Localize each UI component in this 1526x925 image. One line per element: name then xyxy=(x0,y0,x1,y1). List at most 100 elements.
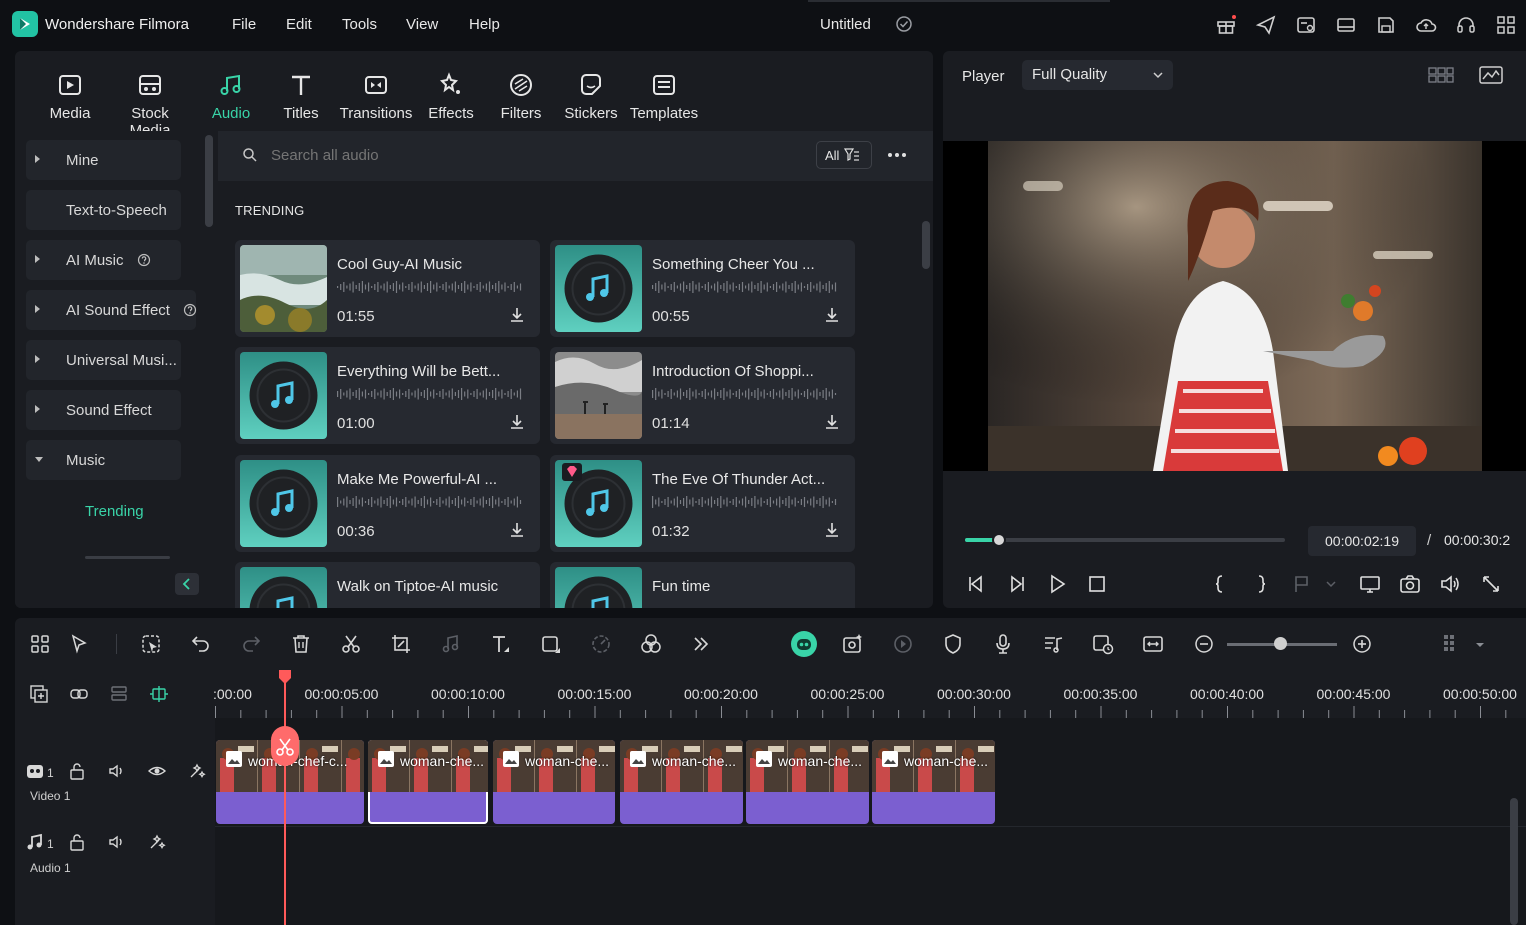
audio-edit-icon[interactable] xyxy=(439,632,463,656)
sidebar-scrollbar[interactable] xyxy=(205,135,213,227)
video-clip[interactable]: woman-che... xyxy=(368,740,488,824)
progress-knob[interactable] xyxy=(992,533,1007,547)
fullscreen-icon[interactable] xyxy=(1480,573,1502,595)
video-clip[interactable]: woman-che... xyxy=(493,740,615,824)
snapshot-camera-icon[interactable] xyxy=(1399,573,1421,595)
scopes-icon[interactable] xyxy=(1479,65,1503,85)
audio-card[interactable]: Make Me Powerful-AI ... 00:36 xyxy=(235,455,540,552)
next-frame-icon[interactable] xyxy=(1006,573,1028,595)
save-icon[interactable] xyxy=(1375,14,1397,36)
multi-select-icon[interactable] xyxy=(28,632,52,656)
menu-edit[interactable]: Edit xyxy=(286,16,312,33)
audio-card[interactable]: Walk on Tiptoe-AI music xyxy=(235,562,540,608)
zoom-slider-knob[interactable] xyxy=(1274,637,1287,650)
auto-sync-icon[interactable] xyxy=(1091,632,1115,656)
playback-render-icon[interactable] xyxy=(891,632,915,656)
tab-transitions[interactable]: Transitions xyxy=(336,71,416,122)
auto-highlight-icon[interactable] xyxy=(187,761,207,781)
split-scissors-icon[interactable] xyxy=(339,632,363,656)
sidebar-subitem-trending[interactable]: Trending xyxy=(85,503,144,520)
audio-card[interactable]: Introduction Of Shoppi... 01:14 xyxy=(550,347,855,444)
video-clip[interactable]: woman-che... xyxy=(746,740,869,824)
chevron-down-icon[interactable] xyxy=(1473,632,1487,656)
more-tools-chevrons-icon[interactable] xyxy=(689,632,713,656)
audio-card[interactable]: Cool Guy-AI Music 01:55 xyxy=(235,240,540,337)
download-icon[interactable] xyxy=(508,521,526,539)
filter-all-button[interactable]: All xyxy=(816,141,872,169)
send-feedback-icon[interactable] xyxy=(1255,14,1277,36)
download-icon[interactable] xyxy=(508,413,526,431)
tab-titles[interactable]: Titles xyxy=(261,71,341,122)
menu-help[interactable]: Help xyxy=(469,16,500,33)
cloud-upload-icon[interactable] xyxy=(1415,14,1437,36)
speaker-icon[interactable] xyxy=(107,761,127,781)
mark-out-icon[interactable] xyxy=(1250,573,1272,595)
shield-icon[interactable] xyxy=(941,632,965,656)
ai-image-icon[interactable] xyxy=(841,632,865,656)
auto-highlight-icon[interactable] xyxy=(147,832,167,852)
current-time[interactable]: 00:00:02:19 xyxy=(1308,526,1416,556)
sidebar-item-ai-music[interactable]: AI Music xyxy=(26,240,181,280)
more-options-icon[interactable] xyxy=(886,148,908,162)
link-clips-icon[interactable] xyxy=(69,684,89,704)
menu-file[interactable]: File xyxy=(232,16,256,33)
timeline-view-options-icon[interactable] xyxy=(1439,632,1463,656)
split-at-playhead-button[interactable] xyxy=(271,726,299,766)
headset-support-icon[interactable] xyxy=(1455,14,1477,36)
text-title-icon[interactable] xyxy=(489,632,513,656)
tab-media[interactable]: Media xyxy=(30,71,110,122)
tracks-area[interactable]: woman-chef-c... woman-che... woman-che... w… xyxy=(215,718,1526,925)
display-settings-icon[interactable] xyxy=(1359,573,1381,595)
sidebar-item-music[interactable]: Music xyxy=(26,440,181,480)
sidebar-item-ai-sound-effect[interactable]: AI Sound Effect xyxy=(26,290,197,330)
menu-tools[interactable]: Tools xyxy=(342,16,377,33)
tab-audio[interactable]: Audio xyxy=(191,71,271,122)
audio-grid-scrollbar[interactable] xyxy=(922,221,930,269)
ai-copilot-icon[interactable] xyxy=(791,631,817,657)
sidebar-item-mine[interactable]: Mine xyxy=(26,140,181,180)
select-pointer-icon[interactable] xyxy=(68,632,92,656)
playhead-handle-icon[interactable] xyxy=(278,670,292,684)
download-icon[interactable] xyxy=(508,306,526,324)
playhead-line[interactable] xyxy=(284,670,286,925)
tab-templates[interactable]: Templates xyxy=(624,71,704,122)
download-icon[interactable] xyxy=(823,306,841,324)
magnetic-snap-icon[interactable] xyxy=(149,684,169,704)
mark-in-icon[interactable] xyxy=(1209,573,1231,595)
previous-frame-icon[interactable] xyxy=(965,573,987,595)
audio-card[interactable]: The Eve Of Thunder Act... 01:32 xyxy=(550,455,855,552)
layout-icon[interactable] xyxy=(1335,14,1357,36)
playback-progress-bar[interactable] xyxy=(965,533,1285,547)
audio-mixer-icon[interactable] xyxy=(1041,632,1065,656)
crop-icon[interactable] xyxy=(389,632,413,656)
play-icon[interactable] xyxy=(1046,573,1068,595)
speaker-icon[interactable] xyxy=(107,832,127,852)
tab-filters[interactable]: Filters xyxy=(481,71,561,122)
grid-view-icon[interactable] xyxy=(1428,65,1454,85)
audio-card[interactable]: Fun time xyxy=(550,562,855,608)
lock-icon[interactable] xyxy=(67,832,87,852)
download-icon[interactable] xyxy=(823,413,841,431)
microphone-icon[interactable] xyxy=(991,632,1015,656)
track-layout-icon[interactable] xyxy=(109,684,129,704)
media-manager-icon[interactable] xyxy=(1295,14,1317,36)
tab-effects[interactable]: Effects xyxy=(411,71,491,122)
speed-icon[interactable] xyxy=(589,632,613,656)
volume-icon[interactable] xyxy=(1439,573,1461,595)
lock-icon[interactable] xyxy=(67,761,87,781)
help-icon[interactable] xyxy=(137,253,151,267)
zoom-out-icon[interactable] xyxy=(1192,632,1216,656)
video-clip[interactable]: woman-che... xyxy=(620,740,743,824)
help-icon[interactable] xyxy=(183,303,197,317)
zoom-in-icon[interactable] xyxy=(1350,632,1374,656)
sidebar-item-text-to-speech[interactable]: Text-to-Speech xyxy=(26,190,181,230)
audio-card[interactable]: Something Cheer You ... 00:55 xyxy=(550,240,855,337)
search-input[interactable] xyxy=(271,147,671,164)
add-track-icon[interactable] xyxy=(29,684,49,704)
preview-viewport[interactable] xyxy=(943,141,1526,471)
delete-trash-icon[interactable] xyxy=(289,632,313,656)
marker-icon[interactable] xyxy=(1291,573,1313,595)
timeline-scrollbar[interactable] xyxy=(1510,798,1518,925)
shape-mask-icon[interactable] xyxy=(539,632,563,656)
color-match-icon[interactable] xyxy=(639,632,663,656)
